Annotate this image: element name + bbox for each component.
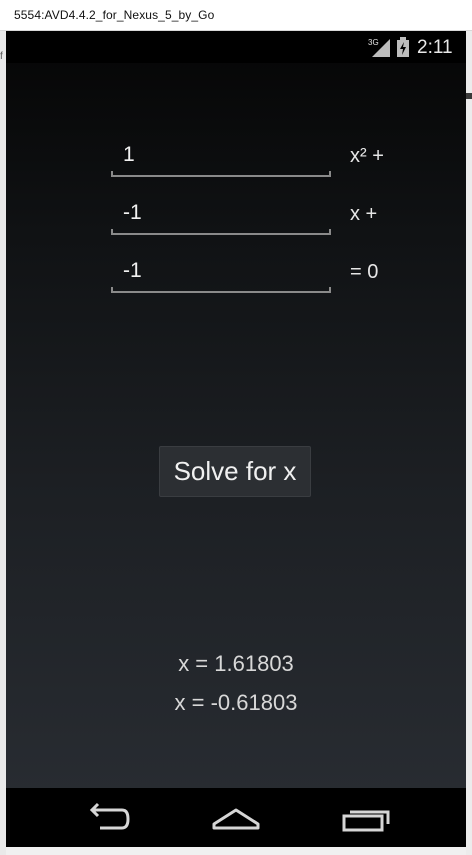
battery-icon (397, 37, 409, 57)
device-screen: 3G 2:11 x² + x + = 0 Solve for x x = 1.6… (6, 31, 466, 847)
result-root-1: x = 1.61803 (178, 651, 294, 676)
host-window-text-fragment: f (0, 51, 3, 62)
recent-apps-icon (342, 810, 390, 832)
field-underline (111, 171, 331, 177)
coefficient-a-field[interactable] (111, 137, 331, 177)
field-underline (111, 229, 331, 235)
navigation-bar (6, 788, 466, 847)
signal-icon: 3G (368, 38, 390, 57)
x-term-label: x + (350, 203, 378, 225)
status-bar: 3G 2:11 (6, 31, 466, 63)
coefficient-b-input[interactable] (111, 195, 331, 231)
home-button[interactable] (206, 798, 266, 838)
x-squared-term-label: x² + (350, 145, 384, 167)
back-button[interactable] (78, 798, 138, 838)
network-type-label: 3G (368, 38, 379, 47)
coefficient-a-input[interactable] (111, 137, 331, 173)
status-clock: 2:11 (417, 37, 453, 58)
recent-apps-button[interactable] (336, 798, 396, 838)
equals-zero-label: = 0 (350, 261, 379, 283)
result-root-2: x = -0.61803 (174, 690, 298, 715)
back-icon (89, 802, 130, 830)
coefficient-b-field[interactable] (111, 195, 331, 235)
coefficient-c-input[interactable] (111, 253, 331, 289)
emulator-title-bar: 5554:AVD4.4.2_for_Nexus_5_by_Go (0, 0, 472, 31)
home-icon (212, 808, 260, 830)
host-scrollbar-thumb (466, 93, 472, 99)
field-underline (111, 287, 331, 293)
host-window-right-edge (466, 31, 472, 855)
solve-button[interactable]: Solve for x (159, 446, 311, 497)
coefficient-c-field[interactable] (111, 253, 331, 293)
emulator-window-title: 5554:AVD4.4.2_for_Nexus_5_by_Go (14, 8, 215, 22)
